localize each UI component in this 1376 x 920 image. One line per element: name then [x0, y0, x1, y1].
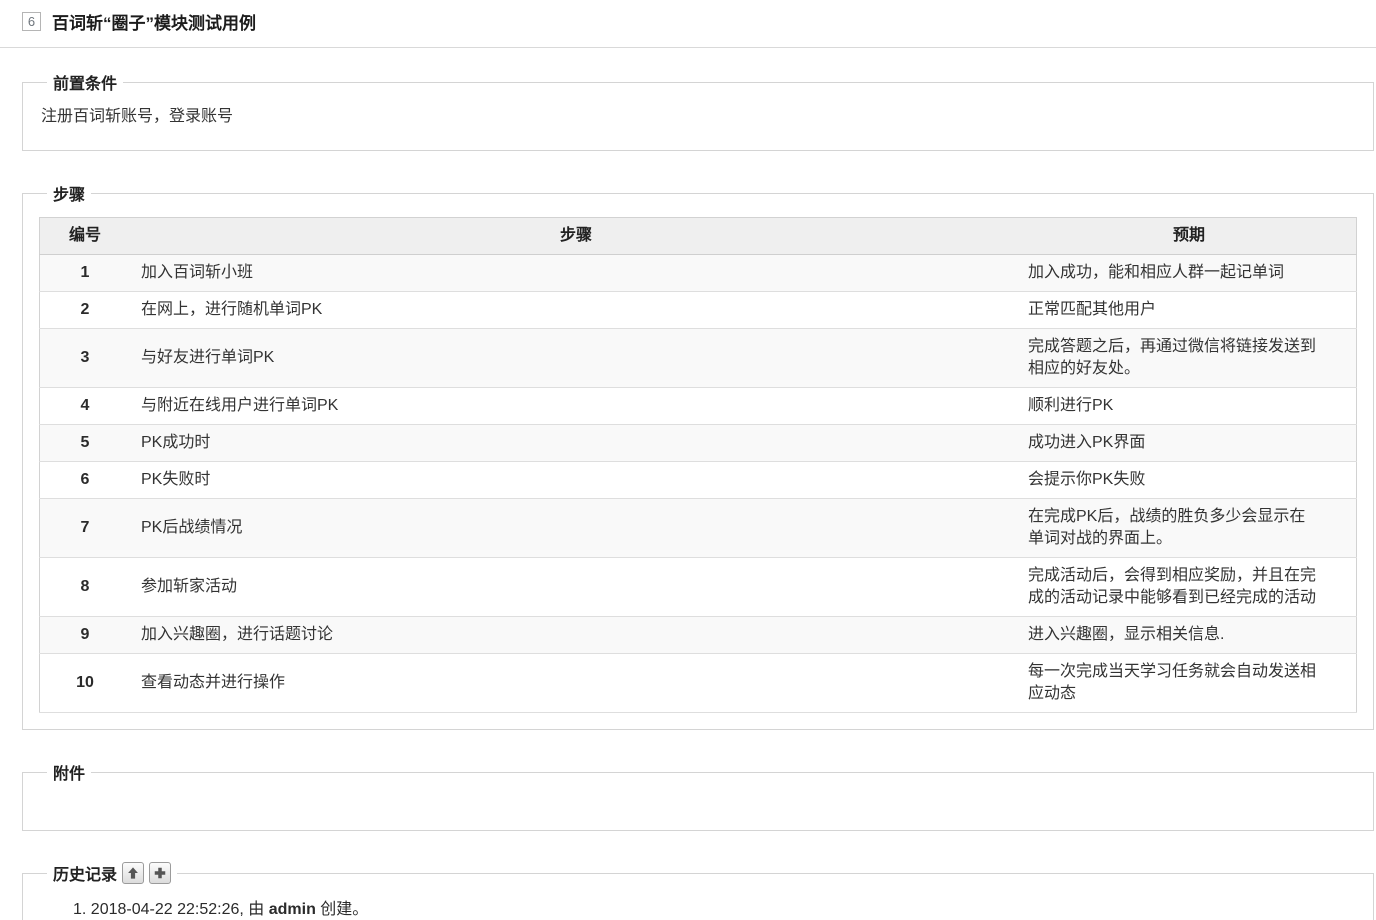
page-title: 百词斩“圈子”模块测试用例	[52, 14, 256, 33]
step-action-cell: PK后战绩情况	[130, 498, 1022, 558]
step-action-cell: 与好友进行单词PK	[130, 328, 1022, 388]
step-expected-cell: 进入兴趣圈，显示相关信息.	[1022, 616, 1357, 654]
step-action-cell: PK成功时	[130, 424, 1022, 462]
step-expected-cell: 每一次完成当天学习任务就会自动发送相应动态	[1022, 653, 1357, 713]
table-row: 3 与好友进行单词PK 完成答题之后，再通过微信将链接发送到相应的好友处。	[39, 328, 1357, 388]
up-arrow-icon	[126, 866, 140, 880]
column-header-expected: 预期	[1022, 217, 1357, 255]
preconditions-text: 注册百词斩账号，登录账号	[41, 108, 234, 125]
history-section: 历史记录 1. 2018-04-22 22:52:26, 由 admin 创建。	[22, 861, 1374, 920]
header-divider	[0, 47, 1376, 48]
step-number-cell: 1	[39, 254, 130, 292]
step-number-cell: 3	[39, 328, 130, 388]
step-expected-cell: 完成活动后，会得到相应奖励，并且在完成的活动记录中能够看到已经完成的活动	[1022, 557, 1357, 617]
history-legend: 历史记录	[47, 861, 177, 885]
table-row: 2 在网上，进行随机单词PK 正常匹配其他用户	[39, 291, 1357, 329]
table-row: 6 PK失败时 会提示你PK失败	[39, 461, 1357, 499]
step-number-cell: 4	[39, 387, 130, 425]
step-number-cell: 7	[39, 498, 130, 558]
history-entry-timestamp: 2018-04-22 22:52:26, 由	[90, 901, 265, 918]
attachments-section: 附件	[22, 760, 1374, 831]
history-entry-marker: 1.	[73, 901, 87, 918]
step-number-cell: 5	[39, 424, 130, 462]
step-action-cell: 加入兴趣圈，进行话题讨论	[130, 616, 1022, 654]
attachments-legend: 附件	[53, 766, 86, 783]
table-row: 10 查看动态并进行操作 每一次完成当天学习任务就会自动发送相应动态	[39, 653, 1357, 713]
table-row: 5 PK成功时 成功进入PK界面	[39, 424, 1357, 462]
test-case-page: 6 百词斩“圈子”模块测试用例 前置条件 注册百词斩账号，登录账号 步骤 编号 …	[0, 0, 1376, 920]
step-number-cell: 2	[39, 291, 130, 329]
step-action-cell: 与附近在线用户进行单词PK	[130, 387, 1022, 425]
steps-table-header-row: 编号 步骤 预期	[39, 217, 1357, 255]
step-number-cell: 8	[39, 557, 130, 617]
table-row: 8 参加斩家活动 完成活动后，会得到相应奖励，并且在完成的活动记录中能够看到已经完成…	[39, 557, 1357, 617]
table-row: 4 与附近在线用户进行单词PK 顺利进行PK	[39, 387, 1357, 425]
step-expected-cell: 成功进入PK界面	[1022, 424, 1357, 462]
step-expected-cell: 顺利进行PK	[1022, 387, 1357, 425]
step-number-cell: 10	[39, 653, 130, 713]
test-case-id-badge: 6	[22, 12, 41, 31]
step-expected-cell: 加入成功，能和相应人群一起记单词	[1022, 254, 1357, 292]
page-header: 6 百词斩“圈子”模块测试用例	[0, 0, 1376, 34]
history-add-button[interactable]	[149, 862, 172, 884]
column-header-step: 步骤	[130, 217, 1022, 255]
attachments-empty-area	[39, 788, 1357, 814]
steps-table-body: 1 加入百词斩小班 加入成功，能和相应人群一起记单词 2 在网上，进行随机单词PK 正常匹…	[39, 254, 1357, 713]
step-expected-cell: 正常匹配其他用户	[1022, 291, 1357, 329]
step-action-cell: 在网上，进行随机单词PK	[130, 291, 1022, 329]
step-number-cell: 6	[39, 461, 130, 499]
table-row: 7 PK后战绩情况 在完成PK后，战绩的胜负多少会显示在单词对战的界面上。	[39, 498, 1357, 558]
history-entry-user: admin	[268, 901, 316, 918]
step-action-cell: PK失败时	[130, 461, 1022, 499]
step-expected-cell: 在完成PK后，战绩的胜负多少会显示在单词对战的界面上。	[1022, 498, 1357, 558]
step-number-cell: 9	[39, 616, 130, 654]
steps-section: 步骤 编号 步骤 预期 1 加入百词斩小班 加入成功，能和相应人群一起记单词 2 在网上…	[22, 181, 1374, 730]
preconditions-legend: 前置条件	[53, 76, 118, 93]
history-entry: 1. 2018-04-22 22:52:26, 由 admin 创建。	[73, 899, 1357, 920]
step-expected-cell: 完成答题之后，再通过微信将链接发送到相应的好友处。	[1022, 328, 1357, 388]
step-action-cell: 查看动态并进行操作	[130, 653, 1022, 713]
history-legend-label: 历史记录	[53, 867, 118, 884]
table-row: 9 加入兴趣圈，进行话题讨论 进入兴趣圈，显示相关信息.	[39, 616, 1357, 654]
history-collapse-button[interactable]	[122, 862, 145, 884]
column-header-number: 编号	[39, 217, 130, 255]
history-entry-action: 创建。	[320, 901, 369, 918]
step-action-cell: 参加斩家活动	[130, 557, 1022, 617]
steps-table: 编号 步骤 预期 1 加入百词斩小班 加入成功，能和相应人群一起记单词 2 在网上，进行…	[39, 217, 1357, 713]
preconditions-section: 前置条件 注册百词斩账号，登录账号	[22, 70, 1374, 151]
step-action-cell: 加入百词斩小班	[130, 254, 1022, 292]
steps-legend: 步骤	[53, 187, 86, 204]
table-row: 1 加入百词斩小班 加入成功，能和相应人群一起记单词	[39, 254, 1357, 292]
plus-icon	[153, 866, 167, 880]
step-expected-cell: 会提示你PK失败	[1022, 461, 1357, 499]
history-list: 1. 2018-04-22 22:52:26, 由 admin 创建。	[39, 899, 1357, 920]
